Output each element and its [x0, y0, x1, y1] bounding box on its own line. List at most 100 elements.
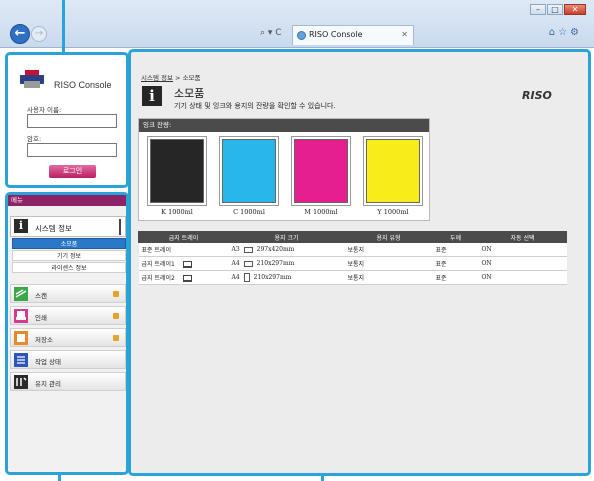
- ink-swatch: [294, 139, 348, 203]
- size-mm: 297x420mm: [256, 246, 295, 253]
- lock-icon: [113, 291, 119, 297]
- table-row: 급지 트레이2 A4 210x297mm 보통지 표준 ON: [138, 270, 567, 285]
- scan-icon: [14, 287, 28, 301]
- maximize-button[interactable]: □: [547, 4, 563, 15]
- app-name: RISO Console: [54, 80, 112, 90]
- maintenance-icon: [14, 375, 28, 389]
- ink-swatch: [150, 139, 204, 203]
- size-cell: A4 210x297mm: [228, 270, 345, 285]
- auto-select-cell: ON: [478, 242, 567, 257]
- menu-item-maintenance[interactable]: 유지 관리: [10, 372, 126, 391]
- tray-name: 표준 트레이: [141, 247, 172, 254]
- landscape-paper-icon: [243, 246, 253, 253]
- home-icon[interactable]: ⌂: [549, 27, 558, 38]
- column-header: 급지 트레이: [138, 231, 229, 243]
- favicon-icon: [297, 31, 306, 40]
- size-mm: 210x297mm: [253, 274, 292, 281]
- tray-name-cell: 표준 트레이: [138, 242, 229, 257]
- tray-name-cell: 급지 트레이2: [138, 270, 229, 285]
- ink-cartridge-c: C 1000ml: [215, 136, 283, 218]
- lock-icon: [113, 335, 119, 341]
- ink-swatch-frame: [363, 136, 423, 206]
- forward-button[interactable]: →: [31, 26, 47, 42]
- ink-swatch-frame: [291, 136, 351, 206]
- size-mm: 210x297mm: [256, 260, 295, 267]
- username-field[interactable]: [27, 114, 117, 128]
- tab-title: RISO Console: [309, 30, 363, 39]
- menu-item-print[interactable]: 인쇄: [10, 306, 126, 325]
- size-code: A3: [231, 246, 240, 253]
- breadcrumb-link[interactable]: 시스템 정보: [141, 74, 173, 82]
- riso-console-logo: RISO Console: [18, 64, 126, 94]
- menu-item-label: 저장소: [35, 336, 53, 344]
- menu-item-label: 유지 관리: [35, 380, 61, 388]
- size-code: A4: [231, 260, 240, 267]
- ink-panel: 잉크 잔량: K 1000ml C 1000ml M 1000ml Y 1000…: [138, 118, 430, 221]
- star-icon[interactable]: ☆: [558, 27, 570, 38]
- portrait-paper-icon: [243, 273, 250, 282]
- submenu-machine-info[interactable]: 기기 정보: [12, 250, 126, 261]
- type-cell: 보통지: [344, 242, 433, 257]
- breadcrumb-current: 소모품: [182, 74, 201, 82]
- ink-cartridge-k: K 1000ml: [143, 136, 211, 218]
- back-button[interactable]: ←: [10, 24, 30, 44]
- thickness-cell: 표준: [432, 256, 479, 271]
- auto-select-cell: ON: [478, 270, 567, 285]
- column-header: 용지 크기: [228, 231, 345, 243]
- info-icon: i: [142, 86, 162, 106]
- tray-name: 급지 트레이2: [141, 275, 175, 282]
- size-cell: A4 210x297mm: [228, 256, 345, 271]
- selected-bar: [119, 219, 121, 235]
- column-header: 두께: [432, 231, 479, 243]
- info-icon: i: [14, 219, 28, 233]
- browser-toolbar: ← → ⌕ ▾ C RISO Console ✕ – □ ✕ ⌂☆⚙: [0, 0, 594, 48]
- size-cell: A3 297x420mm: [228, 242, 345, 257]
- table-row: 급지 트레이1 A4 210x297mm 보통지 표준 ON: [138, 256, 567, 271]
- ink-label: Y 1000ml: [377, 208, 409, 216]
- menu-item-system-info[interactable]: i 시스템 정보: [10, 216, 126, 237]
- ink-cartridge-m: M 1000ml: [287, 136, 355, 218]
- ink-swatch: [366, 139, 420, 203]
- callout-line: [58, 475, 61, 481]
- table-header-row: 급지 트레이 용지 크기 용지 유형 두께 자동 선택: [138, 231, 567, 243]
- address-tools[interactable]: ⌕ ▾ C: [260, 28, 290, 42]
- tray-icon: [182, 261, 192, 268]
- menu-item-job-status[interactable]: 작업 상태: [10, 350, 126, 369]
- printer-logo-icon: [20, 70, 44, 88]
- menu-item-label: 작업 상태: [35, 358, 61, 366]
- size-code: A4: [231, 274, 240, 281]
- menu-item-scan[interactable]: 스캔: [10, 284, 126, 303]
- browser-tab[interactable]: RISO Console ✕: [292, 25, 414, 45]
- type-cell: 보통지: [344, 256, 433, 271]
- ink-cartridge-y: Y 1000ml: [359, 136, 427, 218]
- close-window-button[interactable]: ✕: [564, 4, 586, 15]
- thickness-cell: 표준: [432, 270, 479, 285]
- menu-item-label: 인쇄: [35, 314, 47, 322]
- ink-swatch: [222, 139, 276, 203]
- page-title: 소모품: [174, 87, 205, 100]
- tray-icon: [182, 275, 192, 282]
- landscape-paper-icon: [243, 260, 253, 267]
- login-button[interactable]: 로그인: [49, 165, 96, 178]
- page-description: 기기 상태 및 잉크와 용지의 잔량을 확인할 수 있습니다.: [174, 102, 336, 110]
- job-status-icon: [14, 353, 28, 367]
- password-field[interactable]: [27, 143, 117, 157]
- callout-line: [62, 0, 65, 52]
- menu-item-label: 시스템 정보: [35, 224, 72, 233]
- username-label: 사용자 이름:: [27, 106, 62, 114]
- storage-icon: [14, 331, 28, 345]
- lock-icon: [113, 313, 119, 319]
- tray-name: 급지 트레이1: [141, 261, 175, 268]
- gear-icon[interactable]: ⚙: [570, 27, 582, 38]
- type-cell: 보통지: [344, 270, 433, 285]
- menu-item-storage[interactable]: 저장소: [10, 328, 126, 347]
- minimize-button[interactable]: –: [530, 4, 546, 15]
- ink-swatch-frame: [147, 136, 207, 206]
- tab-close-icon[interactable]: ✕: [401, 26, 408, 44]
- submenu-license-info[interactable]: 라이센스 정보: [12, 262, 126, 273]
- menu-header: 메뉴: [8, 195, 126, 206]
- tray-name-cell: 급지 트레이1: [138, 256, 229, 271]
- submenu-consumables[interactable]: 소모품: [12, 238, 126, 249]
- ink-label: C 1000ml: [233, 208, 265, 216]
- print-icon: [14, 309, 28, 323]
